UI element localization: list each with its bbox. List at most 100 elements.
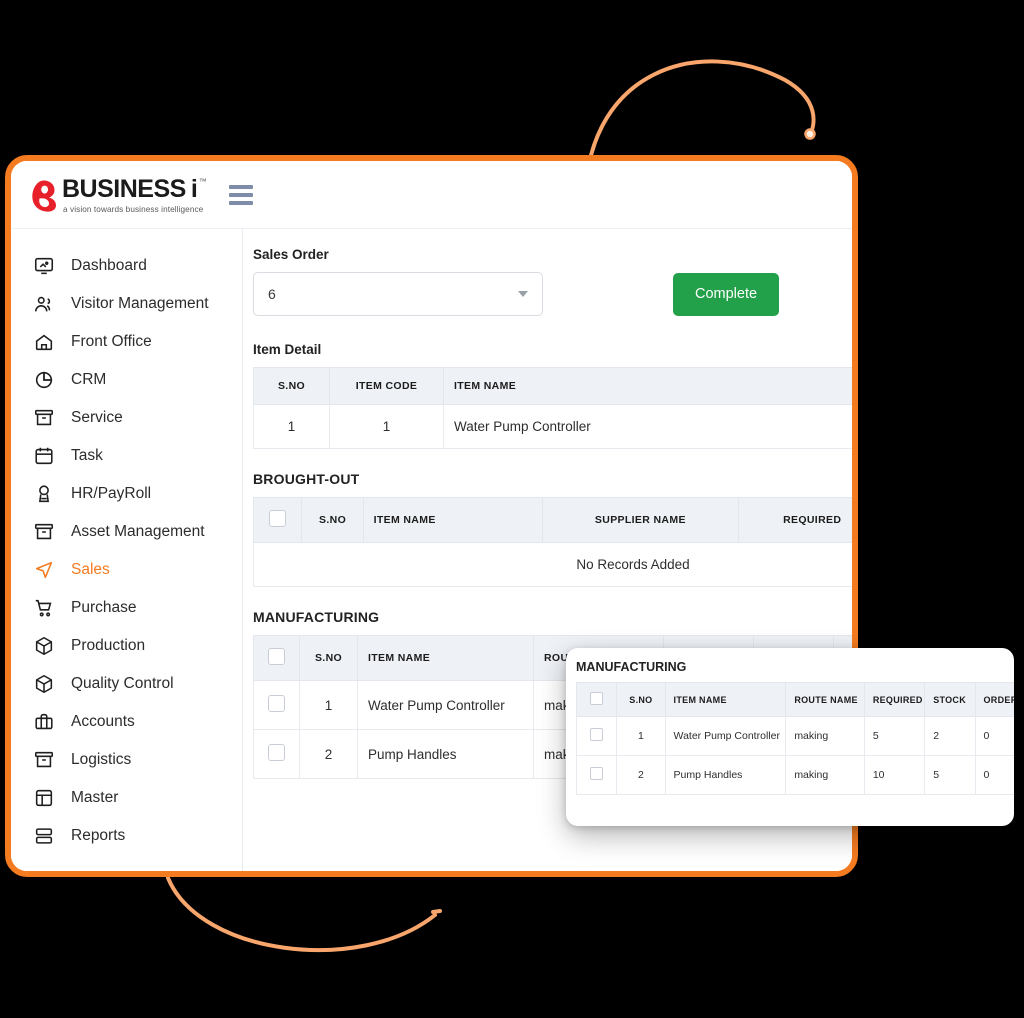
sales-order-select[interactable]: 6 <box>253 272 543 316</box>
cell-sno: 1 <box>253 404 330 449</box>
row-checkbox[interactable] <box>590 728 604 741</box>
col-select-all <box>252 497 303 543</box>
sidebar-item-sales[interactable]: Sales <box>11 551 242 589</box>
select-all-checkbox[interactable] <box>590 692 604 705</box>
complete-button[interactable]: Complete <box>673 272 780 316</box>
sidebar-item-crm[interactable]: CRM <box>11 361 242 399</box>
sidebar-item-label: Task <box>71 447 103 464</box>
cell-item-code: 1 <box>329 404 444 449</box>
sidebar-item-task[interactable]: Task <box>11 437 242 475</box>
table-row: 1 Water Pump Controller making 5 2 0 <box>575 716 1014 756</box>
select-all-checkbox[interactable] <box>269 510 287 527</box>
manufacturing-overlay-card: MANUFACTURING S.NO ITEM NAME ROUTE NAME … <box>566 648 1014 826</box>
sidebar-item-quality-control[interactable]: Quality Control <box>11 665 242 703</box>
col-select-all <box>253 635 300 681</box>
dashboard-icon <box>34 257 54 275</box>
brought-out-table: S.NO ITEM NAME SUPPLIER NAME REQUIRED ST… <box>252 497 852 587</box>
home-icon <box>35 334 53 351</box>
sidebar-item-label: Visitor Management <box>71 295 209 312</box>
arc-bottom-endpoint <box>431 909 442 914</box>
archive-box-icon <box>34 751 54 768</box>
col-item-name: ITEM NAME <box>362 497 543 543</box>
arc-bottom-decoration <box>166 876 437 952</box>
sidebar-item-label: Asset Management <box>71 523 205 540</box>
sidebar-item-hr-payroll[interactable]: HR/PayRoll <box>11 475 242 513</box>
sidebar-item-service[interactable]: Service <box>11 399 242 437</box>
sidebar-item-label: Front Office <box>71 333 152 350</box>
cell-route-name: making <box>785 716 865 756</box>
brought-out-title: BROUGHT-OUT <box>253 471 360 487</box>
item-detail-title: Item Detail <box>253 342 322 357</box>
sales-order-value: 6 <box>268 286 276 302</box>
cell-ordered: 0 <box>974 716 1014 756</box>
cell-item-name: Pump Handles <box>664 755 787 795</box>
sidebar-item-reports[interactable]: Reports <box>11 817 242 855</box>
brand-logo[interactable]: BUSINESS i ™ a vision towards business i… <box>29 176 207 215</box>
col-sno: S.NO <box>253 367 330 405</box>
archive-box-icon <box>34 523 54 540</box>
hamburger-icon[interactable] <box>228 184 253 205</box>
sidebar-item-production[interactable]: Production <box>11 627 242 665</box>
row-checkbox[interactable] <box>268 744 285 761</box>
cell-required: 5 <box>863 716 926 756</box>
cell-item-name: Water Pump Controller <box>664 716 787 756</box>
row-checkbox-cell <box>253 729 300 779</box>
select-all-checkbox[interactable] <box>268 648 285 665</box>
col-item-name: ITEM NAME <box>357 635 534 681</box>
sidebar-item-front-office[interactable]: Front Office <box>11 323 242 361</box>
cell-ordered: 0 <box>974 755 1014 795</box>
col-required: REQUIRED <box>863 682 926 717</box>
col-item-name: ITEM NAME <box>443 367 852 405</box>
cell-item-name: Water Pump Controller <box>443 404 852 449</box>
badge-icon <box>38 485 50 503</box>
sidebar-item-label: CRM <box>71 371 107 388</box>
no-records-message: No Records Added <box>253 542 852 587</box>
cell-item-name: Pump Handles <box>357 729 534 779</box>
sidebar-item-label: Quality Control <box>71 675 174 692</box>
sidebar-item-dashboard[interactable]: Dashboard <box>11 247 242 285</box>
arc-top-endpoint <box>804 128 816 140</box>
item-detail-table: S.NO ITEM CODE ITEM NAME 1 1 Water Pump … <box>253 367 852 449</box>
col-stock: STOCK <box>924 682 976 717</box>
screenshot-stage: BUSINESS i ™ a vision towards business i… <box>0 0 1024 1018</box>
sidebar-item-label: Sales <box>71 561 110 578</box>
cell-sno: 1 <box>616 716 666 756</box>
col-supplier-name: SUPPLIER NAME <box>541 497 739 543</box>
brand-name-row: BUSINESS i ™ <box>62 177 207 202</box>
manufacturing-title: MANUFACTURING <box>253 609 380 625</box>
overlay-title: MANUFACTURING <box>576 660 687 674</box>
cube-icon <box>35 674 53 694</box>
sidebar-item-asset-management[interactable]: Asset Management <box>11 513 242 551</box>
item-detail-block: Item Detail S.NO ITEM CODE ITEM NAME 1 1… <box>253 342 852 449</box>
sidebar-item-label: Service <box>71 409 123 426</box>
topbar: BUSINESS i ™ a vision towards business i… <box>11 161 852 229</box>
row-checkbox[interactable] <box>590 767 604 780</box>
col-required: REQUIRED <box>737 497 852 543</box>
brought-out-block: BROUGHT-OUT S.NO ITEM NAME SUPPLIER NAME <box>252 471 852 587</box>
table-empty-row: No Records Added <box>253 542 852 587</box>
sidebar-item-label: Purchase <box>71 599 137 616</box>
sidebar-item-label: Production <box>71 637 146 654</box>
cube-icon <box>35 636 53 656</box>
table-row: 2 Pump Handles making 10 5 0 <box>575 755 1014 795</box>
chevron-down-icon <box>518 291 528 297</box>
sidebar-item-accounts[interactable]: Accounts <box>11 703 242 741</box>
brand-text: BUSINESS i ™ a vision towards business i… <box>62 177 207 215</box>
sidebar-item-purchase[interactable]: Purchase <box>11 589 242 627</box>
row-checkbox-cell <box>253 680 300 730</box>
trademark-symbol: ™ <box>198 177 207 186</box>
sidebar-item-master[interactable]: Master <box>11 779 242 817</box>
cell-sno: 2 <box>616 755 666 795</box>
sidebar-item-logistics[interactable]: Logistics <box>11 741 242 779</box>
table-header-row: S.NO ITEM NAME SUPPLIER NAME REQUIRED ST… <box>252 497 852 543</box>
col-item-name: ITEM NAME <box>664 682 787 717</box>
cell-item-name: Water Pump Controller <box>357 680 534 730</box>
sidebar-item-visitor-management[interactable]: Visitor Management <box>11 285 242 323</box>
sidebar-item-label: HR/PayRoll <box>71 485 152 502</box>
layout-icon <box>35 789 53 807</box>
col-sno: S.NO <box>301 497 364 543</box>
archive-box-icon <box>34 409 54 426</box>
sales-order-block: Sales Order 6 Complete <box>253 247 852 316</box>
row-checkbox[interactable] <box>268 695 285 712</box>
col-sno: S.NO <box>299 635 358 681</box>
